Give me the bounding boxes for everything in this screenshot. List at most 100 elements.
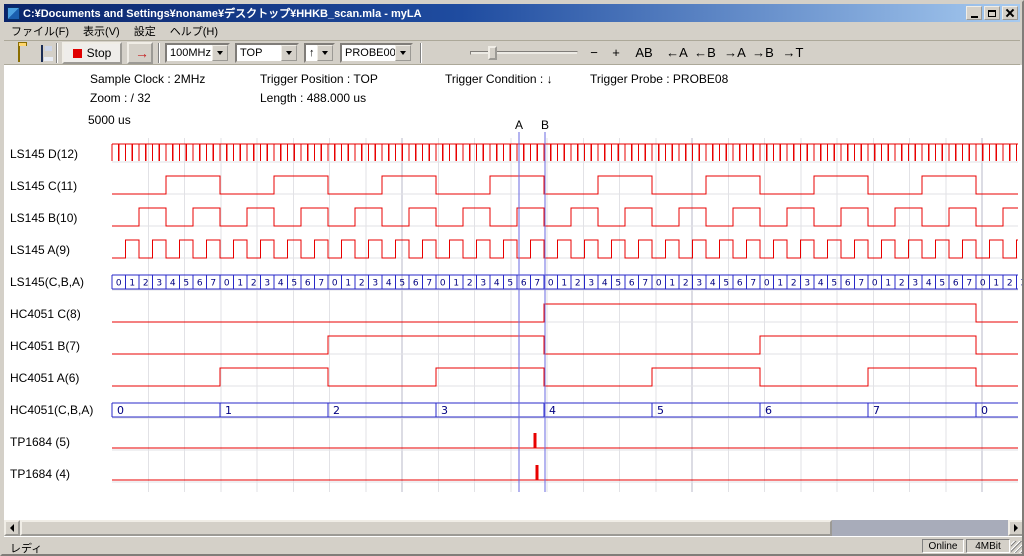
save-floppy-icon: [41, 45, 43, 62]
save-button[interactable]: [31, 42, 53, 64]
svg-text:5: 5: [399, 279, 405, 289]
minimize-button[interactable]: [966, 6, 982, 20]
sample-clock-select[interactable]: 100MHz: [165, 43, 230, 63]
trigger-condition-info: Trigger Condition : ↓: [445, 72, 553, 86]
svg-text:0: 0: [224, 279, 230, 289]
zoom-in-button[interactable]: +: [606, 42, 626, 64]
svg-text:0: 0: [116, 279, 122, 289]
svg-text:1: 1: [993, 279, 999, 289]
marker-a-label[interactable]: A: [513, 118, 525, 132]
svg-text:3: 3: [804, 279, 810, 289]
trigger-position-value: TOP: [237, 47, 281, 59]
svg-text:7: 7: [750, 279, 756, 289]
svg-text:5: 5: [939, 279, 945, 289]
resize-grip[interactable]: [1011, 541, 1023, 553]
svg-text:4: 4: [386, 279, 392, 289]
stop-button[interactable]: Stop: [62, 42, 122, 64]
svg-text:2: 2: [575, 279, 581, 289]
svg-text:7: 7: [858, 279, 864, 289]
scrollbar-thumb[interactable]: [20, 520, 832, 536]
close-icon: [1006, 9, 1014, 17]
svg-text:7: 7: [873, 404, 880, 417]
svg-text:2: 2: [251, 279, 257, 289]
open-folder-icon: [18, 45, 20, 62]
zoom-slider-thumb[interactable]: [488, 46, 497, 60]
svg-text:1: 1: [129, 279, 135, 289]
svg-text:5: 5: [723, 279, 729, 289]
svg-text:4: 4: [926, 279, 932, 289]
toolbar-separator: [56, 43, 58, 63]
scroll-right-button[interactable]: [1008, 520, 1024, 536]
svg-text:1: 1: [237, 279, 243, 289]
trigger-probe-select[interactable]: PROBE00: [340, 43, 413, 63]
svg-text:7: 7: [318, 279, 324, 289]
svg-text:0: 0: [981, 404, 988, 417]
horizontal-scrollbar[interactable]: [4, 520, 1024, 536]
svg-text:6: 6: [845, 279, 851, 289]
svg-text:3: 3: [372, 279, 378, 289]
triangle-icon: [400, 51, 406, 55]
dropdown-arrow-icon[interactable]: [281, 45, 297, 61]
goto-trigger-button[interactable]: →T: [780, 42, 806, 64]
menu-help[interactable]: ヘルプ(H): [163, 21, 225, 41]
svg-text:4: 4: [818, 279, 824, 289]
scroll-left-button[interactable]: [4, 520, 20, 536]
dropdown-arrow-icon[interactable]: [317, 45, 333, 61]
maximize-icon: [988, 10, 996, 17]
goto-a-right-button[interactable]: →A: [722, 42, 748, 64]
svg-text:0: 0: [980, 279, 986, 289]
window-title: C:¥Documents and Settings¥noname¥デスクトップ¥…: [23, 5, 962, 21]
svg-text:1: 1: [453, 279, 459, 289]
svg-text:5: 5: [183, 279, 189, 289]
svg-text:7: 7: [210, 279, 216, 289]
maximize-button[interactable]: [984, 6, 1000, 20]
dropdown-arrow-icon[interactable]: [212, 45, 228, 61]
marker-b-label[interactable]: B: [539, 118, 551, 132]
trigger-edge-value: ↑: [306, 47, 317, 59]
status-bar: レディ Online 4MBit: [4, 536, 1024, 554]
trigger-edge-select[interactable]: ↑: [304, 43, 335, 63]
svg-text:2: 2: [359, 279, 365, 289]
menu-file[interactable]: ファイル(F): [4, 21, 76, 41]
svg-text:4: 4: [170, 279, 176, 289]
stop-icon: [73, 49, 82, 58]
app-icon: [7, 7, 20, 20]
svg-text:4: 4: [710, 279, 716, 289]
svg-text:0: 0: [117, 404, 124, 417]
svg-text:6: 6: [737, 279, 743, 289]
toolbar-separator: [420, 43, 422, 63]
svg-text:4: 4: [278, 279, 284, 289]
run-button[interactable]: →: [127, 42, 153, 64]
goto-a-left-button[interactable]: ←A: [664, 42, 690, 64]
open-file-button[interactable]: [8, 42, 30, 64]
zoom-slider-track[interactable]: [470, 51, 578, 55]
svg-text:5: 5: [615, 279, 621, 289]
minimize-icon: [971, 16, 978, 18]
dropdown-arrow-icon[interactable]: [395, 45, 411, 61]
goto-b-left-button[interactable]: ←B: [692, 42, 718, 64]
svg-text:7: 7: [642, 279, 648, 289]
close-button[interactable]: [1002, 6, 1018, 20]
svg-text:3: 3: [480, 279, 486, 289]
trigger-position-info: Trigger Position : TOP: [260, 72, 378, 86]
zoom-out-button[interactable]: −: [584, 42, 604, 64]
svg-text:1: 1: [225, 404, 232, 417]
ab-range-button[interactable]: AB: [630, 42, 658, 64]
svg-text:0: 0: [440, 279, 446, 289]
sample-clock-info: Sample Clock : 2MHz: [90, 72, 205, 86]
goto-b-right-button[interactable]: →B: [750, 42, 776, 64]
menu-settings[interactable]: 設定: [127, 21, 163, 41]
svg-text:6: 6: [629, 279, 635, 289]
waveform-panel: Sample Clock : 2MHz Trigger Position : T…: [4, 65, 1024, 520]
title-bar[interactable]: C:¥Documents and Settings¥noname¥デスクトップ¥…: [4, 4, 1020, 22]
svg-text:1: 1: [777, 279, 783, 289]
svg-text:2: 2: [899, 279, 905, 289]
svg-text:3: 3: [441, 404, 448, 417]
svg-text:3: 3: [264, 279, 270, 289]
window-controls: [966, 6, 1018, 20]
svg-text:3: 3: [912, 279, 918, 289]
trigger-probe-info: Trigger Probe : PROBE08: [590, 72, 728, 86]
waveform-canvas[interactable]: 0123456701234567012345670123456701234567…: [4, 132, 1024, 520]
menu-view[interactable]: 表示(V): [76, 21, 127, 41]
trigger-position-select[interactable]: TOP: [235, 43, 299, 63]
